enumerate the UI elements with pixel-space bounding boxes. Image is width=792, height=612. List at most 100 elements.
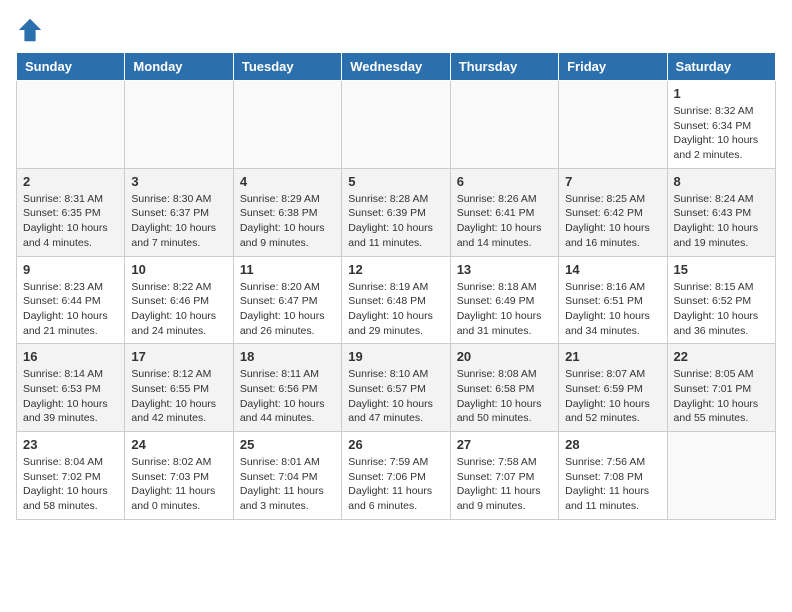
day-info: Sunrise: 8:19 AM Sunset: 6:48 PM Dayligh… bbox=[348, 280, 443, 339]
day-info: Sunrise: 8:12 AM Sunset: 6:55 PM Dayligh… bbox=[131, 367, 226, 426]
calendar-day-cell bbox=[450, 81, 558, 169]
calendar-day-cell: 2 Sunrise: 8:31 AM Sunset: 6:35 PM Daylig… bbox=[17, 168, 125, 256]
calendar-day-cell: 5 Sunrise: 8:28 AM Sunset: 6:39 PM Daylig… bbox=[342, 168, 450, 256]
calendar-day-cell: 1 Sunrise: 8:32 AM Sunset: 6:34 PM Daylig… bbox=[667, 81, 775, 169]
day-number: 10 bbox=[131, 262, 226, 277]
calendar-day-cell: 18 Sunrise: 8:11 AM Sunset: 6:56 PM Dayli… bbox=[233, 344, 341, 432]
calendar-day-cell: 12 Sunrise: 8:19 AM Sunset: 6:48 PM Dayli… bbox=[342, 256, 450, 344]
logo bbox=[16, 16, 48, 44]
day-number: 22 bbox=[674, 349, 769, 364]
day-number: 5 bbox=[348, 174, 443, 189]
calendar-week-row: 1 Sunrise: 8:32 AM Sunset: 6:34 PM Daylig… bbox=[17, 81, 776, 169]
day-number: 2 bbox=[23, 174, 118, 189]
day-number: 6 bbox=[457, 174, 552, 189]
calendar-day-cell: 21 Sunrise: 8:07 AM Sunset: 6:59 PM Dayli… bbox=[559, 344, 667, 432]
calendar-week-row: 9 Sunrise: 8:23 AM Sunset: 6:44 PM Daylig… bbox=[17, 256, 776, 344]
calendar-week-row: 23 Sunrise: 8:04 AM Sunset: 7:02 PM Dayli… bbox=[17, 432, 776, 520]
day-info: Sunrise: 8:01 AM Sunset: 7:04 PM Dayligh… bbox=[240, 455, 335, 514]
day-info: Sunrise: 8:08 AM Sunset: 6:58 PM Dayligh… bbox=[457, 367, 552, 426]
calendar-day-cell: 23 Sunrise: 8:04 AM Sunset: 7:02 PM Dayli… bbox=[17, 432, 125, 520]
weekday-header: Friday bbox=[559, 53, 667, 81]
day-number: 20 bbox=[457, 349, 552, 364]
calendar-day-cell bbox=[17, 81, 125, 169]
day-info: Sunrise: 8:22 AM Sunset: 6:46 PM Dayligh… bbox=[131, 280, 226, 339]
weekday-header: Tuesday bbox=[233, 53, 341, 81]
calendar-header-row: SundayMondayTuesdayWednesdayThursdayFrid… bbox=[17, 53, 776, 81]
day-info: Sunrise: 8:10 AM Sunset: 6:57 PM Dayligh… bbox=[348, 367, 443, 426]
calendar-day-cell: 3 Sunrise: 8:30 AM Sunset: 6:37 PM Daylig… bbox=[125, 168, 233, 256]
day-number: 21 bbox=[565, 349, 660, 364]
page-header bbox=[16, 16, 776, 44]
day-info: Sunrise: 7:59 AM Sunset: 7:06 PM Dayligh… bbox=[348, 455, 443, 514]
day-info: Sunrise: 8:15 AM Sunset: 6:52 PM Dayligh… bbox=[674, 280, 769, 339]
day-info: Sunrise: 8:16 AM Sunset: 6:51 PM Dayligh… bbox=[565, 280, 660, 339]
day-info: Sunrise: 8:32 AM Sunset: 6:34 PM Dayligh… bbox=[674, 104, 769, 163]
day-info: Sunrise: 8:24 AM Sunset: 6:43 PM Dayligh… bbox=[674, 192, 769, 251]
calendar-day-cell: 10 Sunrise: 8:22 AM Sunset: 6:46 PM Dayli… bbox=[125, 256, 233, 344]
day-number: 1 bbox=[674, 86, 769, 101]
day-number: 27 bbox=[457, 437, 552, 452]
day-info: Sunrise: 8:23 AM Sunset: 6:44 PM Dayligh… bbox=[23, 280, 118, 339]
calendar-day-cell bbox=[125, 81, 233, 169]
calendar-week-row: 16 Sunrise: 8:14 AM Sunset: 6:53 PM Dayli… bbox=[17, 344, 776, 432]
calendar-day-cell: 22Sunrise: 8:05 AM Sunset: 7:01 PM Dayli… bbox=[667, 344, 775, 432]
calendar-day-cell: 20 Sunrise: 8:08 AM Sunset: 6:58 PM Dayli… bbox=[450, 344, 558, 432]
day-number: 18 bbox=[240, 349, 335, 364]
day-number: 12 bbox=[348, 262, 443, 277]
day-number: 4 bbox=[240, 174, 335, 189]
day-number: 23 bbox=[23, 437, 118, 452]
calendar-day-cell: 16 Sunrise: 8:14 AM Sunset: 6:53 PM Dayli… bbox=[17, 344, 125, 432]
day-number: 15 bbox=[674, 262, 769, 277]
day-info: Sunrise: 8:20 AM Sunset: 6:47 PM Dayligh… bbox=[240, 280, 335, 339]
day-number: 13 bbox=[457, 262, 552, 277]
day-info: Sunrise: 8:02 AM Sunset: 7:03 PM Dayligh… bbox=[131, 455, 226, 514]
day-number: 14 bbox=[565, 262, 660, 277]
day-number: 16 bbox=[23, 349, 118, 364]
calendar-week-row: 2 Sunrise: 8:31 AM Sunset: 6:35 PM Daylig… bbox=[17, 168, 776, 256]
day-info: Sunrise: 8:26 AM Sunset: 6:41 PM Dayligh… bbox=[457, 192, 552, 251]
day-info: Sunrise: 8:28 AM Sunset: 6:39 PM Dayligh… bbox=[348, 192, 443, 251]
day-number: 26 bbox=[348, 437, 443, 452]
weekday-header: Wednesday bbox=[342, 53, 450, 81]
day-number: 8 bbox=[674, 174, 769, 189]
day-info: Sunrise: 8:29 AM Sunset: 6:38 PM Dayligh… bbox=[240, 192, 335, 251]
weekday-header: Monday bbox=[125, 53, 233, 81]
calendar-day-cell: 11Sunrise: 8:20 AM Sunset: 6:47 PM Dayli… bbox=[233, 256, 341, 344]
calendar-day-cell: 14 Sunrise: 8:16 AM Sunset: 6:51 PM Dayli… bbox=[559, 256, 667, 344]
weekday-header: Thursday bbox=[450, 53, 558, 81]
calendar-day-cell bbox=[233, 81, 341, 169]
logo-icon bbox=[16, 16, 44, 44]
day-info: Sunrise: 7:58 AM Sunset: 7:07 PM Dayligh… bbox=[457, 455, 552, 514]
calendar-day-cell: 8 Sunrise: 8:24 AM Sunset: 6:43 PM Daylig… bbox=[667, 168, 775, 256]
calendar-day-cell bbox=[667, 432, 775, 520]
day-info: Sunrise: 8:25 AM Sunset: 6:42 PM Dayligh… bbox=[565, 192, 660, 251]
day-number: 17 bbox=[131, 349, 226, 364]
day-info: Sunrise: 8:04 AM Sunset: 7:02 PM Dayligh… bbox=[23, 455, 118, 514]
calendar-day-cell: 13 Sunrise: 8:18 AM Sunset: 6:49 PM Dayli… bbox=[450, 256, 558, 344]
calendar-day-cell: 7Sunrise: 8:25 AM Sunset: 6:42 PM Daylig… bbox=[559, 168, 667, 256]
calendar-day-cell: 24 Sunrise: 8:02 AM Sunset: 7:03 PM Dayli… bbox=[125, 432, 233, 520]
day-number: 25 bbox=[240, 437, 335, 452]
day-info: Sunrise: 8:14 AM Sunset: 6:53 PM Dayligh… bbox=[23, 367, 118, 426]
calendar-day-cell: 27 Sunrise: 7:58 AM Sunset: 7:07 PM Dayli… bbox=[450, 432, 558, 520]
day-info: Sunrise: 8:18 AM Sunset: 6:49 PM Dayligh… bbox=[457, 280, 552, 339]
calendar-day-cell: 26 Sunrise: 7:59 AM Sunset: 7:06 PM Dayli… bbox=[342, 432, 450, 520]
day-number: 28 bbox=[565, 437, 660, 452]
day-info: Sunrise: 8:07 AM Sunset: 6:59 PM Dayligh… bbox=[565, 367, 660, 426]
day-info: Sunrise: 8:11 AM Sunset: 6:56 PM Dayligh… bbox=[240, 367, 335, 426]
calendar-day-cell: 19Sunrise: 8:10 AM Sunset: 6:57 PM Dayli… bbox=[342, 344, 450, 432]
day-number: 3 bbox=[131, 174, 226, 189]
weekday-header: Saturday bbox=[667, 53, 775, 81]
day-number: 9 bbox=[23, 262, 118, 277]
calendar-day-cell bbox=[559, 81, 667, 169]
day-number: 24 bbox=[131, 437, 226, 452]
calendar-day-cell: 25 Sunrise: 8:01 AM Sunset: 7:04 PM Dayli… bbox=[233, 432, 341, 520]
calendar-day-cell: 15 Sunrise: 8:15 AM Sunset: 6:52 PM Dayli… bbox=[667, 256, 775, 344]
calendar-day-cell: 9 Sunrise: 8:23 AM Sunset: 6:44 PM Daylig… bbox=[17, 256, 125, 344]
day-info: Sunrise: 8:31 AM Sunset: 6:35 PM Dayligh… bbox=[23, 192, 118, 251]
calendar-day-cell: 17 Sunrise: 8:12 AM Sunset: 6:55 PM Dayli… bbox=[125, 344, 233, 432]
day-info: Sunrise: 8:30 AM Sunset: 6:37 PM Dayligh… bbox=[131, 192, 226, 251]
calendar-day-cell: 6 Sunrise: 8:26 AM Sunset: 6:41 PM Daylig… bbox=[450, 168, 558, 256]
calendar-day-cell bbox=[342, 81, 450, 169]
calendar-day-cell: 28Sunrise: 7:56 AM Sunset: 7:08 PM Dayli… bbox=[559, 432, 667, 520]
